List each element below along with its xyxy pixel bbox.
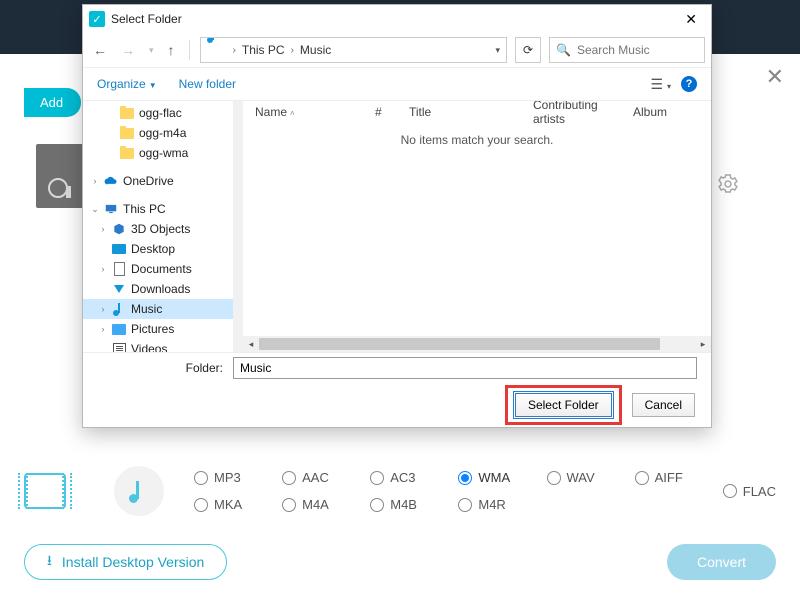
help-icon[interactable]: ? <box>681 76 697 92</box>
tree-item-onedrive[interactable]: ›OneDrive <box>83 171 233 191</box>
install-label: Install Desktop Version <box>62 554 204 570</box>
nav-recent-dropdown-icon[interactable]: ▾ <box>145 43 158 58</box>
format-mp3[interactable]: MP3 <box>194 470 278 485</box>
chevron-right-icon: › <box>227 45 242 56</box>
dialog-actions: Select Folder Cancel <box>83 383 711 427</box>
format-wma[interactable]: WMA <box>458 470 542 485</box>
col-number[interactable]: # <box>375 105 409 119</box>
format-aiff[interactable]: AIFF <box>635 470 719 485</box>
tree-scrollbar[interactable] <box>233 101 243 352</box>
tree-item-ogg-wma[interactable]: ogg-wma <box>83 143 233 163</box>
select-folder-button[interactable]: Select Folder <box>515 393 612 417</box>
nav-back-icon[interactable]: ← <box>89 40 111 60</box>
empty-list-message: No items match your search. <box>243 133 711 336</box>
format-radio-group: MP3 AAC AC3 WMA WAV AIFF MKA M4A M4B M4R <box>194 470 719 512</box>
dialog-title: Select Folder <box>111 12 182 26</box>
add-button[interactable]: Add <box>24 88 81 117</box>
tree-item-documents[interactable]: ›Documents <box>83 259 233 279</box>
view-options-icon[interactable]: ☰ ▾ <box>651 76 671 93</box>
tree-item-pictures[interactable]: ›Pictures <box>83 319 233 339</box>
breadcrumb-dropdown-icon[interactable]: ▾ <box>495 45 500 56</box>
dialog-titlebar: ✓ Select Folder ✕ <box>83 5 711 33</box>
col-album[interactable]: Album <box>633 105 675 119</box>
video-format-icon[interactable] <box>24 473 66 509</box>
tree-item-3d-objects[interactable]: ›3D Objects <box>83 219 233 239</box>
search-icon: 🔍 <box>556 43 571 57</box>
select-folder-dialog: ✓ Select Folder ✕ ← → ▾ ↑ › This PC › Mu… <box>82 4 712 428</box>
tree-item-this-pc[interactable]: ⌄This PC <box>83 199 233 219</box>
panel-close-icon[interactable]: ✕ <box>766 64 784 90</box>
download-icon: ⭳ <box>47 550 52 574</box>
refresh-icon[interactable]: ⟳ <box>515 37 541 63</box>
format-m4a[interactable]: M4A <box>282 497 366 512</box>
scroll-right-icon[interactable]: ▸ <box>695 336 711 352</box>
format-m4r[interactable]: M4R <box>458 497 542 512</box>
format-aac[interactable]: AAC <box>282 470 366 485</box>
breadcrumb-leaf[interactable]: Music <box>300 43 331 57</box>
highlight-box: Select Folder <box>505 385 622 425</box>
folder-row: Folder: <box>83 353 711 383</box>
col-title[interactable]: Title <box>409 105 533 119</box>
sort-indicator-icon: ˄ <box>290 109 295 118</box>
folder-label: Folder: <box>83 361 233 375</box>
tree-item-downloads[interactable]: Downloads <box>83 279 233 299</box>
install-desktop-button[interactable]: ⭳ Install Desktop Version <box>24 544 227 580</box>
search-input-wrap[interactable]: 🔍 <box>549 37 705 63</box>
format-row: MP3 AAC AC3 WMA WAV AIFF MKA M4A M4B M4R… <box>24 456 776 526</box>
dialog-close-icon[interactable]: ✕ <box>677 9 705 30</box>
document-thumbnail <box>36 144 88 208</box>
format-m4b[interactable]: M4B <box>370 497 454 512</box>
file-list-area: Name˄ # Title Contributing artists Album… <box>243 101 711 352</box>
app-icon: ✓ <box>89 11 105 27</box>
chevron-down-icon: ▼ <box>149 81 157 90</box>
col-name[interactable]: Name˄ <box>255 105 375 119</box>
add-button-label: Add <box>40 95 63 110</box>
format-ac3[interactable]: AC3 <box>370 470 454 485</box>
dialog-main: ogg-flac ogg-m4a ogg-wma ›OneDrive ⌄This… <box>83 101 711 353</box>
nav-forward-icon: → <box>117 40 139 60</box>
chevron-right-icon: › <box>285 45 300 56</box>
breadcrumb[interactable]: › This PC › Music ▾ <box>200 37 507 63</box>
folder-tree[interactable]: ogg-flac ogg-m4a ogg-wma ›OneDrive ⌄This… <box>83 101 233 352</box>
bottom-bar: ⭳ Install Desktop Version Convert <box>24 542 776 582</box>
gear-icon[interactable] <box>716 172 740 196</box>
organize-menu[interactable]: Organize▼ <box>97 77 157 91</box>
search-input[interactable] <box>577 43 698 57</box>
scroll-left-icon[interactable]: ◂ <box>243 336 259 352</box>
tree-item-videos[interactable]: Videos <box>83 339 233 352</box>
nav-up-icon[interactable]: ↑ <box>164 40 179 60</box>
cancel-button[interactable]: Cancel <box>632 393 695 417</box>
dialog-toolbar: Organize▼ New folder ☰ ▾ ? <box>83 67 711 101</box>
convert-button[interactable]: Convert <box>667 544 776 580</box>
tree-item-music[interactable]: ›Music <box>83 299 233 319</box>
format-flac[interactable]: FLAC <box>723 484 776 499</box>
column-headers[interactable]: Name˄ # Title Contributing artists Album <box>243 101 711 123</box>
nav-row: ← → ▾ ↑ › This PC › Music ▾ ⟳ 🔍 <box>83 33 711 67</box>
tree-item-ogg-m4a[interactable]: ogg-m4a <box>83 123 233 143</box>
tree-item-desktop[interactable]: Desktop <box>83 239 233 259</box>
tree-item-ogg-flac[interactable]: ogg-flac <box>83 103 233 123</box>
col-contributing[interactable]: Contributing artists <box>533 101 633 126</box>
audio-format-icon[interactable] <box>114 466 164 516</box>
breadcrumb-root[interactable]: This PC <box>242 43 285 57</box>
format-mka[interactable]: MKA <box>194 497 278 512</box>
folder-name-input[interactable] <box>233 357 697 379</box>
format-wav[interactable]: WAV <box>547 470 631 485</box>
list-h-scrollbar[interactable]: ◂ ▸ <box>243 336 711 352</box>
new-folder-button[interactable]: New folder <box>179 77 236 91</box>
nav-arrows: ← → ▾ ↑ <box>89 40 179 60</box>
